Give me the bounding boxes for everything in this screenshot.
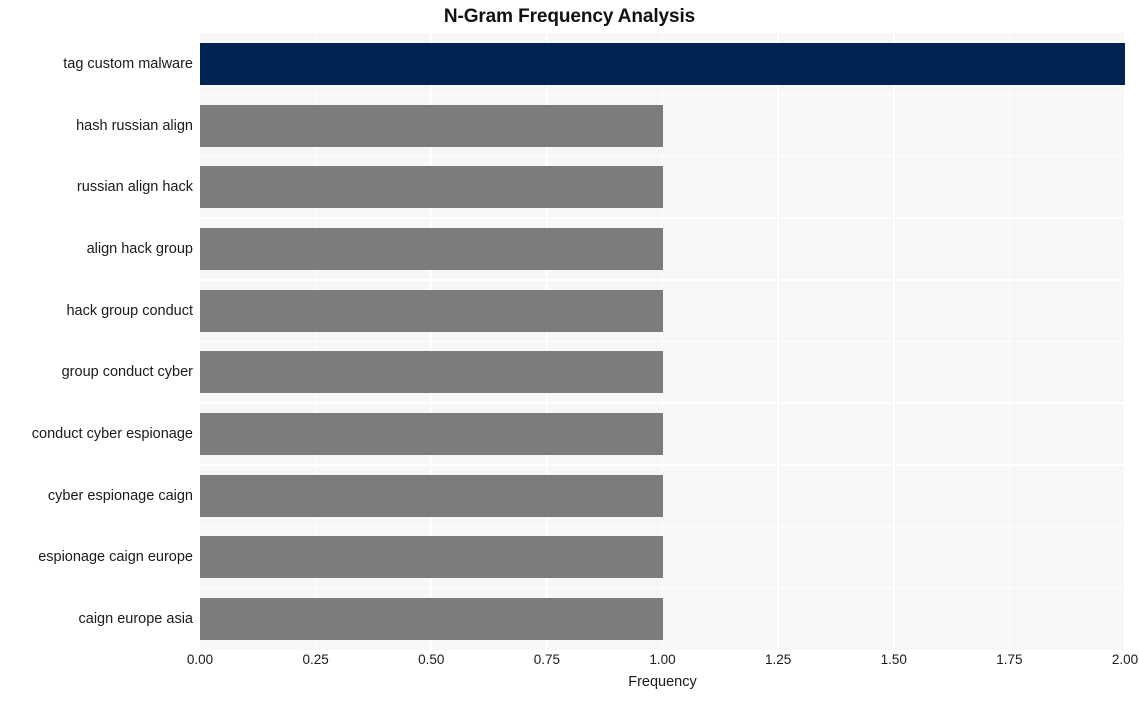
x-axis-title: Frequency xyxy=(628,674,697,690)
bar xyxy=(200,474,663,517)
y-axis-tick-label: caign europe asia xyxy=(78,611,193,628)
y-axis-tick-label: hash russian align xyxy=(76,117,193,134)
x-axis-tick-labels: 0.00 0.25 0.50 0.75 1.00 1.25 1.50 1.75 2.00 xyxy=(187,652,1138,674)
bar xyxy=(200,166,663,209)
bar xyxy=(200,413,663,456)
bar xyxy=(200,104,663,147)
bar xyxy=(200,598,663,641)
y-axis-tick-label: cyber espionage caign xyxy=(47,487,193,504)
y-axis-tick-label: russian align hack xyxy=(76,179,193,196)
y-axis-tick-label: hack group conduct xyxy=(66,302,193,319)
plot-area xyxy=(200,33,1125,650)
x-axis-tick-label: 1.25 xyxy=(764,652,792,667)
y-axis-tick-label: conduct cyber espionage xyxy=(31,426,193,443)
x-axis-tick-label: 1.00 xyxy=(649,652,676,667)
bar xyxy=(200,351,663,394)
vertical-gridline xyxy=(1124,33,1125,650)
bar xyxy=(200,227,663,270)
y-axis-tick-label: align hack group xyxy=(86,240,193,257)
bar xyxy=(200,536,663,579)
vertical-gridline xyxy=(1008,33,1011,650)
bar xyxy=(200,289,663,332)
y-axis-tick-label: espionage caign europe xyxy=(38,549,193,566)
chart-title: N-Gram Frequency Analysis xyxy=(443,6,696,27)
x-axis-tick-label: 1.50 xyxy=(880,652,907,667)
y-axis-tick-label: tag custom malware xyxy=(63,55,193,72)
y-axis-category-labels: tag custom malware hash russian align russ… xyxy=(0,33,193,650)
vertical-gridline xyxy=(892,33,895,650)
bar xyxy=(200,42,1125,85)
x-axis-tick-label: 2.00 xyxy=(1111,652,1139,667)
y-axis-tick-label: group conduct cyber xyxy=(61,364,193,381)
x-axis-tick-label: 0.00 xyxy=(186,652,214,667)
x-axis-tick-label: 0.50 xyxy=(418,652,445,667)
vertical-gridline xyxy=(777,33,779,650)
x-axis-tick-label: 1.75 xyxy=(996,652,1023,667)
x-axis-tick-label: 0.75 xyxy=(533,652,561,667)
x-axis-tick-label: 0.25 xyxy=(302,652,329,667)
